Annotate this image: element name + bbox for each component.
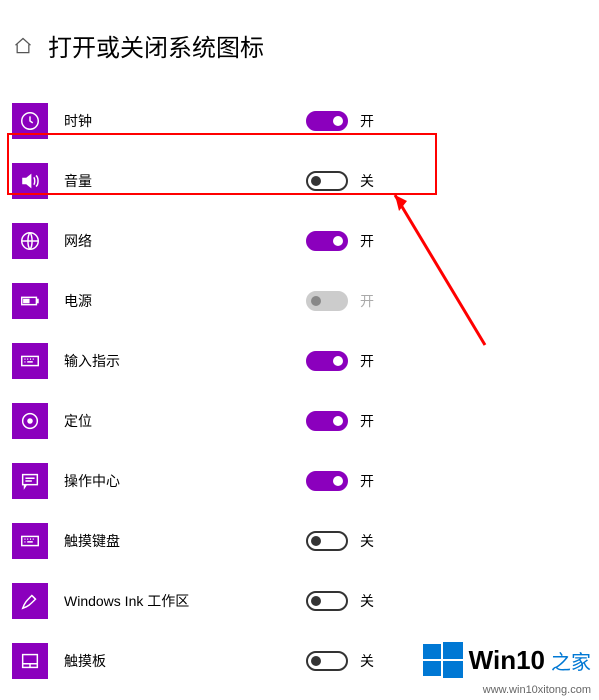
row-label-network: 网络 <box>64 231 92 251</box>
home-icon <box>13 36 33 56</box>
toggle-action[interactable] <box>306 471 348 491</box>
row-label-touchkb: 触摸键盘 <box>64 531 120 551</box>
toggle-ime[interactable] <box>306 351 348 371</box>
toggle-label-ime: 开 <box>360 351 374 371</box>
row-ime: 输入指示 开 <box>12 331 587 391</box>
row-ink: Windows Ink 工作区 关 <box>12 571 587 631</box>
toggle-label-touchpad: 关 <box>360 651 374 671</box>
toggle-label-ink: 关 <box>360 591 374 611</box>
toggle-power <box>306 291 348 311</box>
row-label-power: 电源 <box>64 291 92 311</box>
keyboard-icon <box>12 343 48 379</box>
message-icon <box>12 463 48 499</box>
toggle-ink[interactable] <box>306 591 348 611</box>
toggle-volume[interactable] <box>306 171 348 191</box>
row-clock: 时钟 开 <box>12 91 587 151</box>
toggle-label-network: 开 <box>360 231 374 251</box>
row-action: 操作中心 开 <box>12 451 587 511</box>
watermark-url: www.win10xitong.com <box>483 684 591 696</box>
watermark-text-2: 之家 <box>551 646 591 675</box>
row-label-ime: 输入指示 <box>64 351 120 371</box>
toggle-clock[interactable] <box>306 111 348 131</box>
row-label-clock: 时钟 <box>64 111 92 131</box>
toggle-touchkb[interactable] <box>306 531 348 551</box>
touchpad-icon <box>12 643 48 679</box>
target-icon <box>12 403 48 439</box>
row-label-location: 定位 <box>64 411 92 431</box>
toggle-label-clock: 开 <box>360 111 374 131</box>
pen-icon <box>12 583 48 619</box>
toggle-label-action: 开 <box>360 471 374 491</box>
page-title: 打开或关闭系统图标 <box>48 28 264 63</box>
row-power: 电源 开 <box>12 271 587 331</box>
home-button[interactable] <box>12 35 34 57</box>
watermark: Win10 之家 <box>423 640 591 680</box>
windows-logo-icon <box>423 640 463 680</box>
row-volume: 音量 关 <box>12 151 587 211</box>
toggle-label-power: 开 <box>360 291 374 311</box>
toggle-touchpad[interactable] <box>306 651 348 671</box>
row-label-volume: 音量 <box>64 171 92 191</box>
row-touchkb: 触摸键盘 关 <box>12 511 587 571</box>
toggle-label-location: 开 <box>360 411 374 431</box>
row-label-ink: Windows Ink 工作区 <box>64 591 189 611</box>
toggle-location[interactable] <box>306 411 348 431</box>
watermark-text-1: Win10 <box>469 645 545 676</box>
toggle-label-volume: 关 <box>360 171 374 191</box>
row-location: 定位 开 <box>12 391 587 451</box>
clock-icon <box>12 103 48 139</box>
toggle-label-touchkb: 关 <box>360 531 374 551</box>
volume-icon <box>12 163 48 199</box>
row-network: 网络 开 <box>12 211 587 271</box>
toggle-network[interactable] <box>306 231 348 251</box>
row-label-action: 操作中心 <box>64 471 120 491</box>
battery-icon <box>12 283 48 319</box>
keyboard-icon <box>12 523 48 559</box>
row-label-touchpad: 触摸板 <box>64 651 106 671</box>
globe-icon <box>12 223 48 259</box>
